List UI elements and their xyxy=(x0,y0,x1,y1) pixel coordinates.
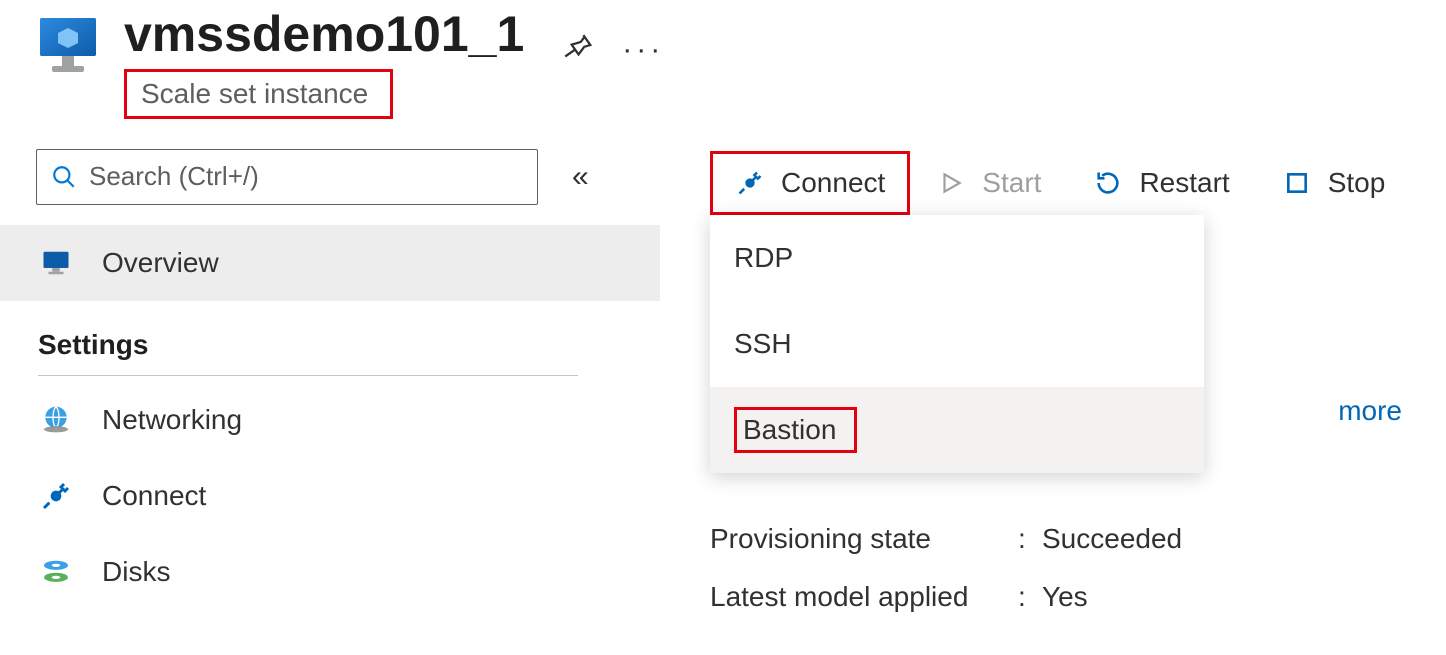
dropdown-item-ssh[interactable]: SSH xyxy=(710,301,1204,387)
detail-value: Succeeded xyxy=(1042,523,1182,555)
divider xyxy=(38,375,578,376)
connect-dropdown: RDP SSH Bastion xyxy=(710,215,1204,473)
action-label: Restart xyxy=(1139,167,1229,199)
sidebar-item-disks[interactable]: Disks xyxy=(0,534,660,610)
sidebar-section-settings: Settings xyxy=(0,301,660,371)
search-input[interactable] xyxy=(89,161,523,192)
detail-label: Provisioning state xyxy=(710,523,1018,555)
connect-button[interactable]: Connect xyxy=(710,151,910,215)
stop-icon xyxy=(1282,168,1312,198)
start-button: Start xyxy=(910,151,1067,215)
detail-row-provisioning: Provisioning state : Succeeded xyxy=(710,523,1446,555)
plug-icon xyxy=(735,168,765,198)
action-bar: Connect Start Restart xyxy=(710,151,1446,215)
search-box[interactable] xyxy=(36,149,538,205)
detail-row-latest-model: Latest model applied : Yes xyxy=(710,581,1446,613)
vm-instance-icon xyxy=(36,14,100,78)
dropdown-item-bastion[interactable]: Bastion xyxy=(710,387,1204,473)
sidebar-item-overview[interactable]: Overview xyxy=(0,225,660,301)
sidebar-item-label: Disks xyxy=(102,556,170,588)
details-section: Provisioning state : Succeeded Latest mo… xyxy=(710,523,1446,613)
action-label: Connect xyxy=(781,167,885,199)
action-label: Stop xyxy=(1328,167,1386,199)
action-label: Start xyxy=(982,167,1041,199)
search-icon xyxy=(51,164,77,190)
see-more-link[interactable]: more xyxy=(1338,395,1402,427)
dropdown-label: Bastion xyxy=(743,414,836,445)
globe-icon xyxy=(38,402,74,438)
sidebar: « Overview Settings xyxy=(0,149,660,639)
restart-button[interactable]: Restart xyxy=(1067,151,1255,215)
detail-label: Latest model applied xyxy=(710,581,1018,613)
sidebar-item-label: Overview xyxy=(102,247,219,279)
play-icon xyxy=(936,168,966,198)
collapse-sidebar-button[interactable]: « xyxy=(572,162,589,192)
sidebar-item-connect[interactable]: Connect xyxy=(0,458,660,534)
stop-button[interactable]: Stop xyxy=(1256,151,1412,215)
dropdown-label: RDP xyxy=(734,242,793,273)
detail-value: Yes xyxy=(1042,581,1088,613)
page-title: vmssdemo101_1 xyxy=(124,8,524,61)
disks-icon xyxy=(38,554,74,590)
sidebar-item-networking[interactable]: Networking xyxy=(0,382,660,458)
page-header: vmssdemo101_1 Scale set instance ··· xyxy=(0,0,1446,119)
monitor-icon xyxy=(38,245,74,281)
more-icon[interactable]: ··· xyxy=(622,33,664,67)
pin-icon[interactable] xyxy=(560,30,594,69)
dropdown-label: SSH xyxy=(734,328,792,359)
dropdown-item-rdp[interactable]: RDP xyxy=(710,215,1204,301)
plug-icon xyxy=(38,478,74,514)
main-panel: Connect Start Restart xyxy=(660,149,1446,639)
restart-icon xyxy=(1093,168,1123,198)
sidebar-item-label: Networking xyxy=(102,404,242,436)
sidebar-item-label: Connect xyxy=(102,480,206,512)
resource-type-label: Scale set instance xyxy=(124,69,393,119)
